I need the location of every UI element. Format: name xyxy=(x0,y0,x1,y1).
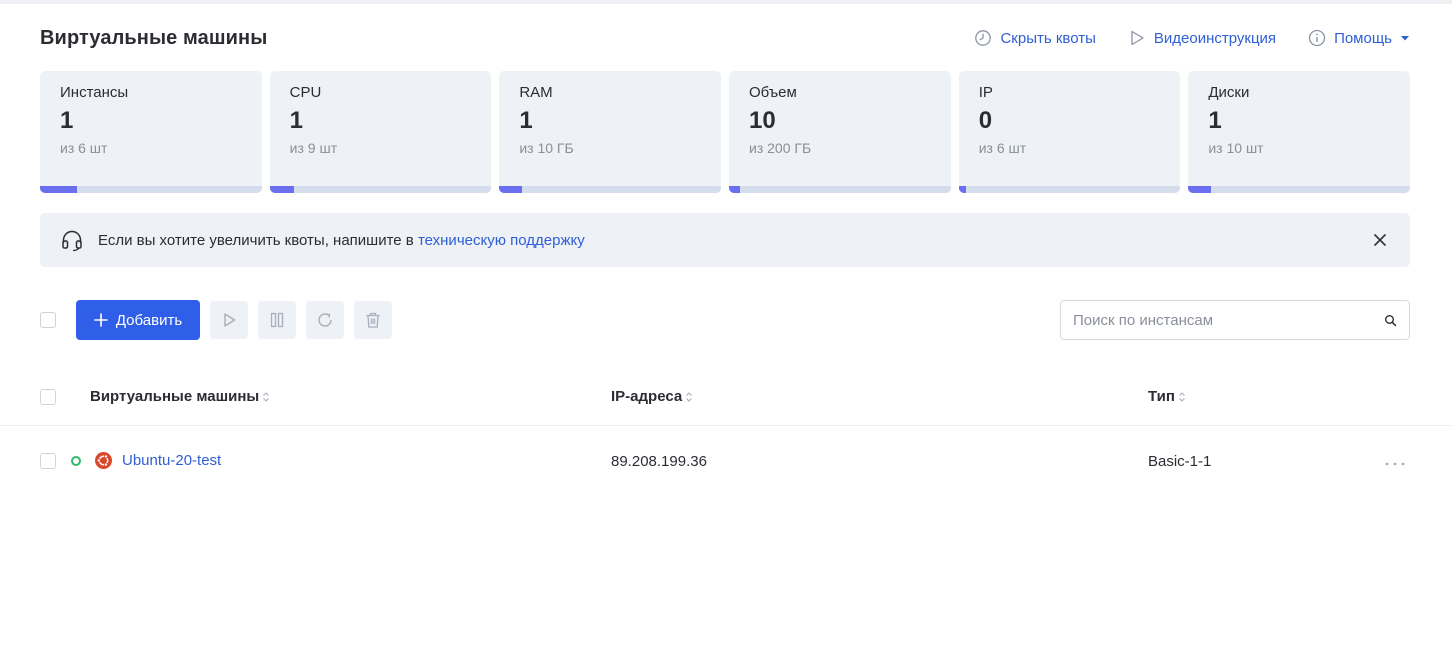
header-actions: Скрыть квоты Видеоинструкция Помощь xyxy=(974,29,1410,47)
quota-limit: из 10 ГБ xyxy=(519,140,574,156)
pause-icon xyxy=(270,312,284,328)
clock-icon xyxy=(975,30,992,46)
quota-progress-fill xyxy=(1188,186,1211,193)
quota-progress-bar xyxy=(958,186,1181,193)
quota-name: CPU xyxy=(289,84,322,101)
add-button-label: Добавить xyxy=(115,311,183,329)
restart-button[interactable] xyxy=(306,301,344,339)
vm-type: Basic-1-1 xyxy=(1148,453,1212,470)
header-checkbox[interactable] xyxy=(40,389,56,405)
table-row[interactable]: Ubuntu-20-test 89.208.199.36 Basic-1-1 xyxy=(0,427,1452,495)
row-checkbox[interactable] xyxy=(40,453,56,469)
hide-quotas-button[interactable]: Скрыть квоты xyxy=(974,29,1096,47)
top-strip xyxy=(0,0,1452,4)
quota-progress-fill xyxy=(269,186,295,193)
column-header-ip[interactable]: IP-адреса xyxy=(611,388,693,405)
notice-text: Если вы хотите увеличить квоты, напишите… xyxy=(98,232,585,249)
page-title: Виртуальные машины xyxy=(40,26,268,49)
info-icon xyxy=(1308,29,1326,47)
search-icon[interactable] xyxy=(1384,314,1397,327)
quota-card-disks: Диски 1 из 10 шт xyxy=(1188,71,1411,193)
vm-ip-address: 89.208.199.36 xyxy=(611,453,707,470)
quota-progress-fill xyxy=(958,186,967,193)
sort-icon xyxy=(263,391,270,402)
quota-value: 1 xyxy=(519,107,533,134)
quota-name: Объем xyxy=(749,84,797,101)
quota-name: RAM xyxy=(519,84,553,101)
quota-limit: из 200 ГБ xyxy=(749,140,812,156)
refresh-icon xyxy=(318,313,332,327)
quota-limit: из 10 шт xyxy=(1208,140,1264,156)
quota-limit: из 9 шт xyxy=(289,140,338,156)
table-header: Виртуальные машины IP-адреса Тип xyxy=(0,376,1452,426)
quota-card-instances: Инстансы 1 из 6 шт xyxy=(40,71,262,193)
more-actions-icon[interactable] xyxy=(1384,461,1406,467)
quota-progress-bar xyxy=(269,186,492,193)
toolbar: Добавить xyxy=(40,300,1410,340)
page-header: Виртуальные машины Скрыть квоты Видеоинс… xyxy=(40,24,1410,52)
quota-limit: из 6 шт xyxy=(978,140,1027,156)
quota-value: 1 xyxy=(60,107,74,134)
start-button[interactable] xyxy=(210,301,248,339)
quota-name: IP xyxy=(978,84,993,101)
quota-progress-fill xyxy=(729,186,741,193)
play-icon xyxy=(224,313,236,327)
column-type-label: Тип xyxy=(1148,388,1175,405)
search-input[interactable] xyxy=(1061,301,1371,339)
quota-progress-fill xyxy=(40,186,78,193)
video-instruction-link[interactable]: Видеоинструкция xyxy=(1128,29,1276,47)
add-button[interactable]: Добавить xyxy=(76,300,200,340)
column-header-type[interactable]: Тип xyxy=(1148,388,1186,405)
quota-card-ip: IP 0 из 6 шт xyxy=(958,71,1181,193)
quota-name: Диски xyxy=(1208,84,1250,101)
select-all-checkbox[interactable] xyxy=(40,312,56,328)
quota-name: Инстансы xyxy=(60,84,129,101)
quota-value: 1 xyxy=(1208,107,1222,134)
column-header-vm[interactable]: Виртуальные машины xyxy=(90,388,270,405)
quota-progress-bar xyxy=(40,186,262,193)
quota-limit: из 6 шт xyxy=(60,140,108,156)
column-vm-label: Виртуальные машины xyxy=(90,388,260,405)
search-box xyxy=(1060,300,1410,340)
quota-progress-bar xyxy=(1188,186,1411,193)
pause-button[interactable] xyxy=(258,301,296,339)
quota-card-cpu: CPU 1 из 9 шт xyxy=(269,71,492,193)
help-dropdown[interactable]: Помощь xyxy=(1308,29,1410,47)
sort-icon xyxy=(686,391,693,402)
video-instruction-label: Видеоинструкция xyxy=(1153,29,1277,47)
quota-progress-bar xyxy=(729,186,951,193)
quota-cards: Инстансы 1 из 6 шт CPU 1 из 9 шт RAM 1 и… xyxy=(40,71,1411,193)
notice-message: Если вы хотите увеличить квоты, напишите… xyxy=(98,231,418,249)
column-ip-label: IP-адреса xyxy=(611,388,683,405)
support-link[interactable]: техническую поддержку xyxy=(418,232,585,249)
quota-progress-bar xyxy=(499,186,722,193)
headset-icon xyxy=(62,230,82,252)
play-icon xyxy=(1131,30,1144,46)
quota-card-volume: Объем 10 из 200 ГБ xyxy=(729,71,951,193)
quota-progress-fill xyxy=(499,186,522,193)
quota-value: 0 xyxy=(978,107,993,134)
sort-icon xyxy=(1178,391,1185,402)
ubuntu-icon xyxy=(95,452,112,469)
trash-icon xyxy=(366,312,380,328)
hide-quotas-label: Скрыть квоты xyxy=(1000,29,1096,47)
status-running-indicator xyxy=(71,456,81,466)
quota-card-ram: RAM 1 из 10 ГБ xyxy=(499,71,722,193)
vm-name-link[interactable]: Ubuntu-20-test xyxy=(122,452,221,469)
quota-notice: Если вы хотите увеличить квоты, напишите… xyxy=(40,213,1410,267)
quota-value: 1 xyxy=(289,107,304,134)
plus-icon xyxy=(94,313,108,327)
close-icon[interactable] xyxy=(1370,230,1390,250)
quota-value: 10 xyxy=(749,107,776,134)
delete-button[interactable] xyxy=(354,301,392,339)
help-label: Помощь xyxy=(1334,29,1392,47)
caret-down-icon xyxy=(1401,36,1409,41)
